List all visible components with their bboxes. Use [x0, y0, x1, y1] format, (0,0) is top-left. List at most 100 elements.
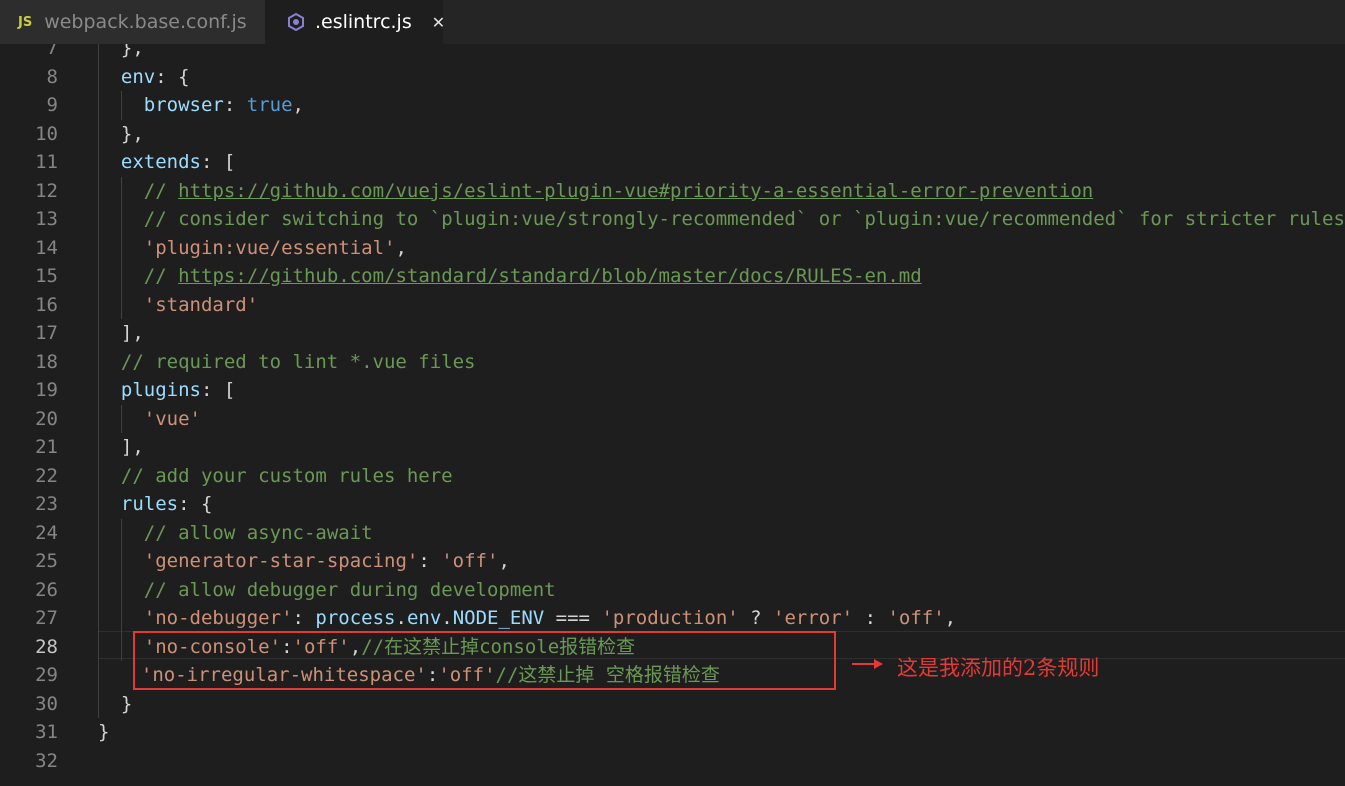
code-line: 12 // https://github.com/vuejs/eslint-plu… [0, 176, 1345, 206]
code-text: plugins: [ [121, 376, 235, 405]
code-token: 'vue' [143, 407, 201, 430]
eslint-file-icon [287, 13, 305, 31]
code-text: // consider switching to `plugin:vue/str… [144, 205, 1345, 234]
indent-guide [120, 604, 122, 633]
indent-guide [120, 91, 122, 120]
tab-label: webpack.base.conf.js [44, 11, 247, 33]
code-line: 15 // https://github.com/standard/standar… [0, 262, 1345, 291]
code-text: // allow debugger during development [144, 576, 556, 605]
indent-guide [120, 205, 122, 234]
code-token: === [544, 607, 602, 629]
code-line: 11 extends: [ [0, 148, 1345, 177]
indent-guide [98, 547, 99, 576]
tab-label: .eslintrc.js [315, 11, 412, 33]
indent-guide [120, 575, 122, 604]
line-number: 18 [35, 350, 58, 373]
line-number: 13 [35, 208, 58, 230]
indent-guide [98, 119, 99, 148]
line-number: 15 [35, 265, 58, 287]
code-text: 'plugin:vue/essential', [144, 234, 407, 263]
code-token: // allow debugger during development [143, 578, 556, 601]
code-text: 'vue' [144, 405, 201, 434]
code-token: // [143, 179, 179, 202]
indent-guide [120, 404, 122, 433]
code-token: 'error' [773, 607, 854, 629]
indent-guide [98, 176, 99, 205]
code-line: 17], [0, 319, 1345, 348]
code-line: 10}, [0, 119, 1345, 149]
line-number: 17 [35, 322, 58, 344]
tab-webpack-base-conf[interactable]: JS webpack.base.conf.js [0, 0, 265, 44]
code-token: : { [178, 493, 213, 515]
code-text: extends: [ [121, 148, 235, 177]
code-text: } [98, 718, 109, 747]
line-number: 7 [46, 44, 58, 59]
indent-guide [120, 632, 122, 661]
code-token: : [ [200, 151, 236, 173]
code-line: 23 rules: { [0, 490, 1345, 519]
code-text: // required to lint *.vue files [121, 348, 476, 377]
tab-bar: JS webpack.base.conf.js .eslintrc.js ✕ [0, 0, 1345, 44]
code-token: // add your custom rules here [120, 464, 453, 487]
code-token: extends [120, 151, 201, 173]
tab-eslintrc[interactable]: .eslintrc.js ✕ [265, 0, 445, 44]
code-text: }, [121, 120, 144, 149]
code-text: 'standard' [144, 291, 258, 320]
code-line: 13 // consider switching to `plugin:vue/s… [0, 205, 1345, 234]
code-token: plugins [120, 379, 201, 401]
code-token: ], [120, 436, 144, 458]
code-line: 32 [0, 747, 1345, 776]
code-token: env [120, 65, 156, 88]
code-line: 20 'vue' [0, 404, 1345, 434]
indent-guide [98, 148, 99, 177]
indent-guide [98, 575, 99, 604]
line-number: 25 [35, 550, 58, 572]
annotation-box [133, 631, 836, 690]
code-token: 'generator-star-spacing' [143, 550, 419, 572]
code-token: env [406, 607, 442, 629]
code-token: . [395, 607, 407, 629]
code-line: 8 env: { [0, 62, 1345, 92]
indent-guide [98, 347, 99, 376]
line-number: 26 [35, 578, 58, 601]
indent-guide [98, 689, 99, 718]
code-token: : { [155, 65, 190, 88]
indent-guide [98, 490, 99, 519]
code-token: . [441, 607, 453, 629]
code-token: } [98, 721, 110, 743]
code-token: // allow async-await [143, 521, 373, 544]
code-token: }, [120, 122, 144, 145]
line-number: 24 [35, 521, 58, 544]
line-number: 20 [35, 407, 58, 430]
code-token: browser [143, 94, 224, 116]
line-number: 14 [35, 236, 58, 259]
code-text: // https://github.com/standard/standard/… [144, 262, 922, 291]
code-text: env: { [121, 63, 190, 92]
code-token: : [853, 607, 888, 629]
indent-guide [98, 661, 99, 690]
line-number: 30 [35, 692, 58, 715]
code-line: 26 // allow debugger during development [0, 575, 1345, 605]
code-token: : [418, 550, 442, 572]
close-icon[interactable]: ✕ [432, 13, 445, 32]
code-token: , [944, 607, 957, 629]
indent-guide [98, 262, 99, 291]
indent-guide [98, 91, 99, 120]
indent-guide [98, 376, 99, 405]
indent-guide [120, 547, 122, 576]
line-number: 11 [35, 151, 58, 173]
code-text: // allow async-await [144, 519, 373, 548]
code-token: 'standard' [143, 293, 259, 316]
code-token: ], [120, 322, 144, 344]
code-token: , [292, 94, 304, 116]
code-token: // required to lint *.vue files [120, 350, 476, 373]
line-number: 31 [35, 721, 58, 743]
line-number: 23 [35, 493, 58, 515]
code-text: // https://github.com/vuejs/eslint-plugi… [144, 177, 1093, 206]
code-token: , [498, 550, 510, 572]
code-token: : [223, 94, 247, 116]
code-line: 19 plugins: [ [0, 376, 1345, 405]
indent-guide [98, 290, 99, 319]
line-number: 29 [35, 664, 58, 686]
arrow-right-icon [852, 655, 884, 674]
